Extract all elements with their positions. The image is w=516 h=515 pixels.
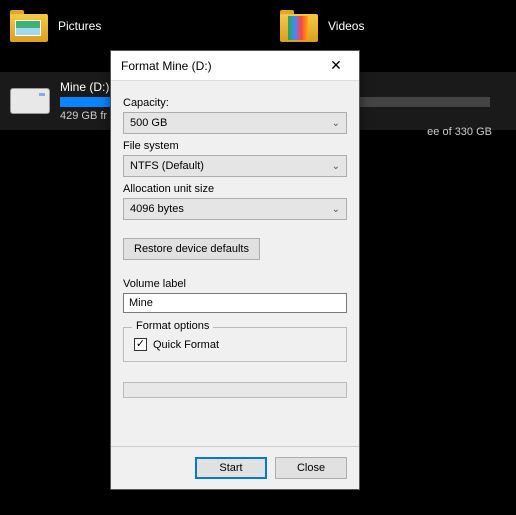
volume-label-input[interactable]: Mine: [123, 293, 347, 313]
format-dialog: Format Mine (D:) ✕ Capacity: 500 GB ⌄ Fi…: [110, 50, 360, 490]
close-icon[interactable]: ✕: [321, 54, 351, 78]
dialog-footer: Start Close: [111, 446, 359, 489]
close-button[interactable]: Close: [275, 457, 347, 479]
quick-format-checkbox[interactable]: ✓: [134, 338, 147, 351]
capacity-label: Capacity:: [123, 97, 347, 109]
start-button[interactable]: Start: [195, 457, 267, 479]
filesystem-label: File system: [123, 140, 347, 152]
restore-defaults-button[interactable]: Restore device defaults: [123, 238, 260, 260]
filesystem-value: NTFS (Default): [130, 160, 204, 172]
allocation-select[interactable]: 4096 bytes ⌄: [123, 198, 347, 220]
capacity-select[interactable]: 500 GB ⌄: [123, 112, 347, 134]
drive-status-right: ee of 330 GB: [427, 126, 492, 138]
format-options-group: Format options ✓ Quick Format: [123, 327, 347, 362]
capacity-value: 500 GB: [130, 117, 167, 129]
titlebar[interactable]: Format Mine (D:) ✕: [111, 51, 359, 81]
filesystem-select[interactable]: NTFS (Default) ⌄: [123, 155, 347, 177]
volume-label-label: Volume label: [123, 278, 347, 290]
folder-label: Videos: [328, 19, 364, 33]
folder-icon: [280, 10, 318, 42]
folder-videos[interactable]: Videos: [280, 10, 400, 42]
format-options-legend: Format options: [132, 320, 213, 332]
drive-icon: [10, 88, 50, 114]
chevron-down-icon: ⌄: [332, 204, 340, 215]
folder-shelf: Pictures Videos: [0, 0, 516, 42]
chevron-down-icon: ⌄: [332, 161, 340, 172]
folder-icon: [10, 10, 48, 42]
dialog-title: Format Mine (D:): [121, 59, 212, 73]
allocation-label: Allocation unit size: [123, 183, 347, 195]
quick-format-row[interactable]: ✓ Quick Format: [134, 338, 336, 351]
folder-label: Pictures: [58, 19, 101, 33]
chevron-down-icon: ⌄: [332, 118, 340, 129]
quick-format-label: Quick Format: [153, 339, 219, 351]
allocation-value: 4096 bytes: [130, 203, 184, 215]
format-progress-bar: [123, 382, 347, 398]
folder-pictures[interactable]: Pictures: [10, 10, 130, 42]
